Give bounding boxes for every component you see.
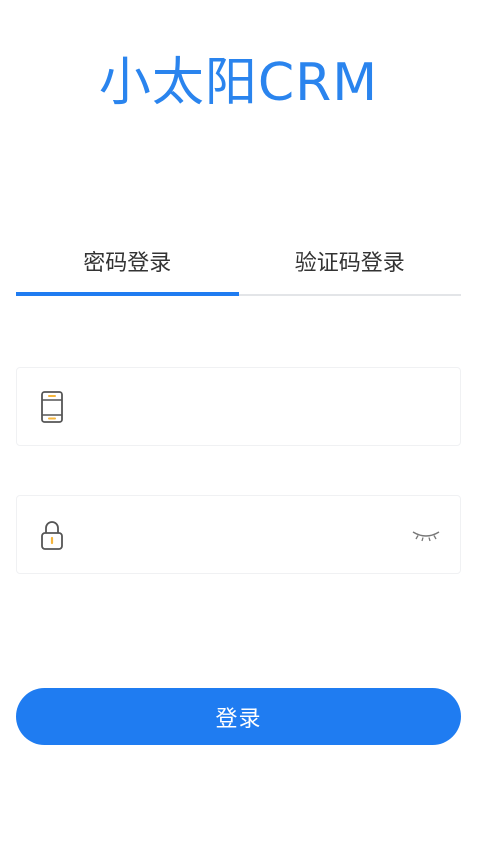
password-input[interactable] <box>65 496 410 573</box>
tab-password-login[interactable]: 密码登录 <box>16 240 239 296</box>
phone-field[interactable] <box>16 367 461 446</box>
eye-closed-icon[interactable] <box>410 525 442 545</box>
phone-icon <box>39 390 65 424</box>
lock-icon <box>39 518 65 552</box>
login-tabs: 密码登录 验证码登录 <box>16 240 461 296</box>
tab-code-login[interactable]: 验证码登录 <box>239 240 462 294</box>
phone-input[interactable] <box>65 368 460 445</box>
password-field[interactable] <box>16 495 461 574</box>
login-page: 小太阳CRM 密码登录 验证码登录 登录 <box>0 0 477 850</box>
login-button[interactable]: 登录 <box>16 688 461 745</box>
app-title: 小太阳CRM <box>98 53 379 113</box>
